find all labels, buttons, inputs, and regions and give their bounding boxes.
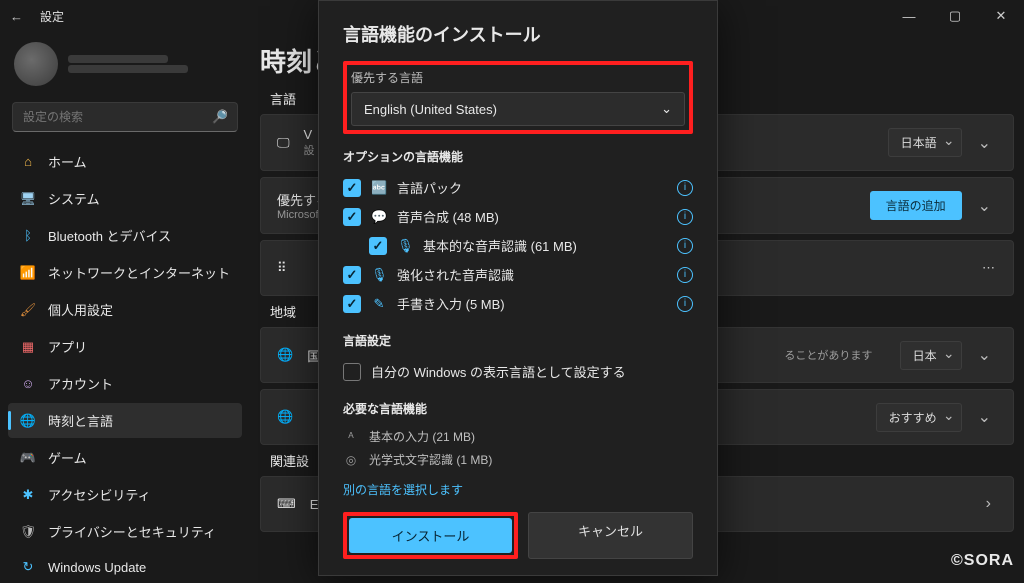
sidebar-item-windows-update[interactable]: ↻Windows Update [8, 551, 242, 583]
preferred-language-label: 優先する言語 [351, 69, 685, 86]
close-button[interactable]: ✕ [978, 0, 1024, 32]
language-settings-header: 言語設定 [343, 332, 693, 349]
apps-icon: ▦ [20, 339, 36, 355]
highlight-install-button: インストール [343, 512, 518, 559]
feature-language-pack[interactable]: ✓ 🔤 言語パック i [343, 173, 693, 202]
more-icon[interactable]: ⋯ [982, 260, 997, 276]
mic-enhanced-icon: 🎙 [371, 267, 387, 283]
sidebar-item-system[interactable]: 🖥システム [8, 181, 242, 216]
required-features-header: 必要な言語機能 [343, 400, 693, 417]
search-icon[interactable]: 🔍 [212, 109, 228, 125]
maximize-button[interactable]: ▢ [932, 0, 978, 32]
bluetooth-icon: ᛒ [20, 228, 36, 244]
sidebar-item-privacy[interactable]: 🛡プライバシーとセキュリティ [8, 514, 242, 549]
tts-icon: 💬 [371, 209, 387, 225]
preferred-language-dropdown[interactable]: English (United States) ⌄ [351, 92, 685, 126]
info-icon[interactable]: i [677, 180, 693, 196]
profile-block[interactable] [8, 36, 242, 94]
required-ocr: ◎ 光学式文字認識 (1 MB) [343, 448, 693, 471]
monitor-icon: 🖵 [277, 135, 290, 151]
account-icon: ☺ [20, 376, 36, 392]
info-icon[interactable]: i [677, 238, 693, 254]
checkbox-checked-icon[interactable]: ✓ [343, 179, 361, 197]
sidebar-item-personalization[interactable]: 🖌個人用設定 [8, 292, 242, 327]
app-title: 設定 [40, 8, 64, 25]
highlight-preferred-language: 優先する言語 English (United States) ⌄ [343, 61, 693, 134]
gamepad-icon: 🎮 [20, 450, 36, 466]
chevron-down-icon: ⌄ [661, 101, 672, 117]
chevron-down-icon[interactable]: ⌄ [972, 345, 997, 365]
drag-handle-icon[interactable]: ⠿ [277, 260, 287, 276]
minimize-button[interactable]: — [886, 0, 932, 32]
home-icon: ⌂ [20, 154, 36, 170]
sidebar-item-bluetooth[interactable]: ᛒBluetooth とデバイス [8, 218, 242, 253]
checkbox-unchecked-icon[interactable] [343, 363, 361, 381]
chevron-down-icon[interactable]: ⌄ [972, 196, 997, 216]
country-dropdown[interactable]: 日本 [900, 341, 962, 370]
feature-tts[interactable]: ✓ 💬 音声合成 (48 MB) i [343, 202, 693, 231]
regional-format-dropdown[interactable]: おすすめ [876, 403, 962, 432]
mic-icon: 🎙 [397, 238, 413, 254]
globe-icon: 🌐 [277, 347, 293, 363]
chevron-down-icon[interactable]: ⌄ [972, 407, 997, 427]
install-language-features-dialog: 言語機能のインストール 優先する言語 English (United State… [318, 0, 718, 576]
shield-icon: 🛡 [20, 524, 36, 540]
info-icon[interactable]: i [677, 267, 693, 283]
search-input[interactable] [12, 102, 238, 132]
sidebar-item-apps[interactable]: ▦アプリ [8, 329, 242, 364]
optional-features-header: オプションの言語機能 [343, 148, 693, 165]
add-language-button[interactable]: 言語の追加 [870, 191, 962, 220]
pen-icon: ✎ [371, 296, 387, 312]
profile-email-redacted [68, 65, 188, 73]
back-icon[interactable]: ← [10, 9, 24, 24]
sidebar-item-time-language[interactable]: 🌐時刻と言語 [8, 403, 242, 438]
brush-icon: 🖌 [20, 302, 36, 318]
sidebar-item-gaming[interactable]: 🎮ゲーム [8, 440, 242, 475]
info-icon[interactable]: i [677, 296, 693, 312]
dialog-title: 言語機能のインストール [343, 21, 693, 47]
required-basic-typing: ᴬ 基本の入力 (21 MB) [343, 425, 693, 448]
wifi-icon: 📶 [20, 265, 36, 281]
checkbox-checked-icon[interactable]: ✓ [369, 237, 387, 255]
watermark: ©SORA [951, 552, 1014, 570]
system-icon: 🖥 [20, 191, 36, 207]
sidebar-item-network[interactable]: 📶ネットワークとインターネット [8, 255, 242, 290]
install-button[interactable]: インストール [349, 518, 512, 553]
update-icon: ↻ [20, 559, 36, 575]
globe-format-icon: 🌐 [277, 409, 293, 425]
sidebar-item-accessibility[interactable]: ✱アクセシビリティ [8, 477, 242, 512]
cancel-button[interactable]: キャンセル [528, 512, 693, 559]
choose-another-language-link[interactable]: 別の言語を選択します [343, 481, 463, 498]
checkbox-checked-icon[interactable]: ✓ [343, 266, 361, 284]
chevron-down-icon[interactable]: ⌄ [972, 133, 997, 153]
sidebar-item-accounts[interactable]: ☺アカウント [8, 366, 242, 401]
feature-basic-speech[interactable]: ✓ 🎙 基本的な音声認識 (61 MB) i [343, 231, 693, 260]
checkbox-checked-icon[interactable]: ✓ [343, 295, 361, 313]
info-icon[interactable]: i [677, 209, 693, 225]
profile-name-redacted [68, 55, 168, 63]
checkbox-checked-icon[interactable]: ✓ [343, 208, 361, 226]
clock-globe-icon: 🌐 [20, 413, 36, 429]
display-language-dropdown[interactable]: 日本語 [888, 128, 962, 157]
feature-enhanced-speech[interactable]: ✓ 🎙 強化された音声認識 i [343, 260, 693, 289]
sidebar-item-home[interactable]: ⌂ホーム [8, 144, 242, 179]
accessibility-icon: ✱ [20, 487, 36, 503]
feature-handwriting[interactable]: ✓ ✎ 手書き入力 (5 MB) i [343, 289, 693, 318]
chevron-right-icon[interactable]: › [980, 495, 997, 513]
avatar [14, 42, 58, 86]
setting-set-display-language[interactable]: 自分の Windows の表示言語として設定する [343, 357, 693, 386]
language-pack-icon: 🔤 [371, 180, 387, 196]
ocr-icon: ◎ [343, 453, 359, 467]
keyboard-icon: ᴬ [343, 430, 359, 444]
keyboard-icon: ⌨ [277, 496, 296, 512]
